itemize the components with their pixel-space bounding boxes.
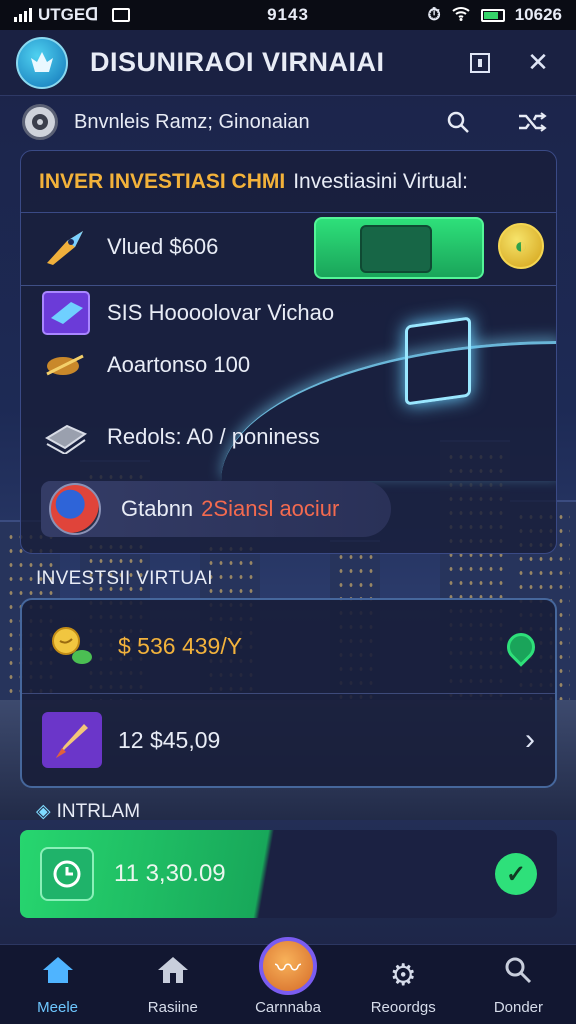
sub-header-label: Bnvnleis Ramz; Ginonaian <box>74 110 310 133</box>
card-heading-accent: INVER INVESTIASI CHMI <box>39 169 286 193</box>
tag-icon: ◈ <box>36 801 51 822</box>
intram-label-text: INTRLAM <box>56 800 141 822</box>
pin-icon[interactable] <box>501 626 541 667</box>
portfolio-row[interactable]: 12 $45,09 › <box>22 693 555 786</box>
investment-card: INVER INVESTIASI CHMI Investiasini Virtu… <box>20 150 557 554</box>
invest-row-satellite[interactable]: Aoartonso 100 <box>39 341 250 389</box>
invest-row-crystal[interactable]: SIS Hoooolovar Vichao <box>39 289 334 337</box>
rocket-launch-icon <box>42 712 102 768</box>
nav-item-home[interactable]: Meele <box>0 945 115 1024</box>
square-menu-icon[interactable] <box>458 41 502 85</box>
rocket-icon <box>39 223 93 271</box>
portfolio-section-label: INVESTSII VIRTUAI <box>36 568 213 589</box>
app-header: DISUNIRAOI VIRNAIAI ✕ <box>0 30 576 96</box>
coin-action-icon[interactable]: ◐ <box>498 223 544 269</box>
shuffle-icon[interactable] <box>510 102 554 142</box>
nav-label: Reoordgs <box>370 999 436 1016</box>
cash-icon <box>39 413 93 461</box>
invest-row-label: SIS Hoooolovar Vichao <box>107 300 335 325</box>
home-icon <box>41 955 75 993</box>
invest-row-cash[interactable]: Redols: A0 / poniness <box>39 413 320 461</box>
toggle-knob <box>360 225 432 273</box>
carrier-label: UTGEᗡ <box>38 5 99 24</box>
status-right-text: 10626 <box>514 5 562 24</box>
check-icon[interactable]: ✓ <box>495 853 537 895</box>
status-left: UTGEᗡ <box>14 5 234 25</box>
alarm-icon: ⏱ <box>427 5 441 24</box>
nav-label: Rasiine <box>147 999 198 1016</box>
action-prefix: Gtabnn <box>121 496 194 521</box>
close-icon[interactable]: ✕ <box>516 41 560 85</box>
app-title: DISUNIRAOI VIRNAIAI <box>90 47 385 77</box>
nav-label: Carnnaba <box>255 999 321 1016</box>
app-logo-icon[interactable] <box>16 36 68 89</box>
invest-row-label: Vlued $606 <box>107 234 219 259</box>
search-refresh-icon[interactable] <box>436 102 480 142</box>
house-icon <box>156 955 190 993</box>
battery-icon <box>480 8 505 22</box>
portfolio-card: $ 536 439/Y 12 $45,09 › <box>20 598 557 788</box>
bottom-nav: Meele Rasiine 〰 Carnnaba ⚙ Reoordgs Dond… <box>0 937 576 1024</box>
nav-label: Donder <box>493 999 544 1016</box>
invest-row-label: Aoartonso 100 <box>107 352 251 377</box>
nav-label: Meele <box>37 999 79 1016</box>
action-highlight: 2Siansl aociur <box>201 496 340 521</box>
action-pill-button[interactable]: Gtabnn 2Siansl aociur <box>41 481 391 537</box>
notification-icon <box>112 8 131 22</box>
portfolio-value: $ 536 439/Y <box>118 633 243 659</box>
intram-bar[interactable]: 11 3,30.09 ✓ <box>20 830 557 918</box>
nav-item-center[interactable]: 〰 Carnnaba <box>230 937 345 1024</box>
invest-row-value[interactable]: Vlued $606 <box>39 223 218 271</box>
coins-icon <box>42 619 102 675</box>
nav-item-records[interactable]: ⚙ Reoordgs <box>346 945 461 1024</box>
chevron-right-icon[interactable]: › <box>525 723 535 757</box>
signal-icon <box>14 8 32 22</box>
nav-item-search[interactable]: Donder <box>461 945 576 1024</box>
sub-header: Bnvnleis Ramz; Ginonaian <box>0 100 576 144</box>
crystal-icon <box>39 289 93 337</box>
wifi-icon <box>451 5 471 26</box>
intram-value: 11 3,30.09 <box>114 860 226 887</box>
invest-row-label: Redols: A0 / poniness <box>107 424 320 449</box>
gear-icon: ⚙ <box>389 959 417 992</box>
center-action-icon: 〰 <box>259 937 317 995</box>
status-time: 9143 <box>267 5 309 24</box>
card-heading-rest: Investiasini Virtual: <box>293 169 468 193</box>
settings-avatar-icon[interactable] <box>22 104 58 140</box>
nav-item-house[interactable]: Rasiine <box>115 945 230 1024</box>
ball-icon <box>49 483 101 535</box>
satellite-icon <box>39 341 93 389</box>
intram-label: ◈ INTRLAM <box>36 800 140 823</box>
portfolio-row[interactable]: $ 536 439/Y <box>22 600 555 693</box>
divider <box>21 285 556 286</box>
invest-toggle[interactable] <box>314 217 484 279</box>
portfolio-value: 12 $45,09 <box>118 726 221 753</box>
card-heading: INVER INVESTIASI CHMI Investiasini Virtu… <box>21 151 556 213</box>
neon-envelope-icon <box>405 316 471 406</box>
status-bar: UTGEᗡ 9143 ⏱ 10626 <box>0 0 576 30</box>
clock-icon <box>40 847 94 901</box>
status-right: ⏱ 10626 <box>342 5 562 26</box>
search-icon <box>503 955 533 993</box>
